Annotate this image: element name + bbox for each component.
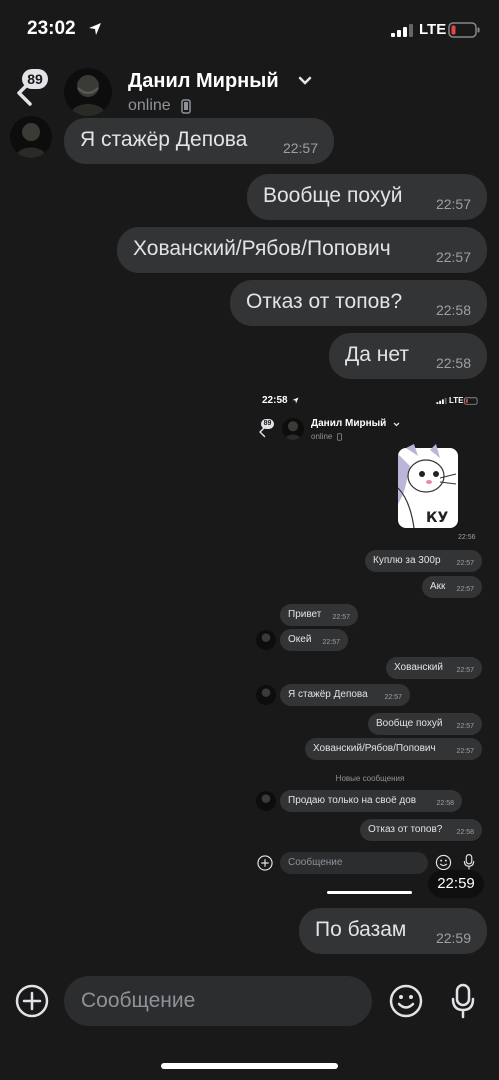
message-bubble: Привет 22:57 [280,604,358,626]
message-time: 22:59 [428,870,484,898]
message-bubble: Куплю за 300р 22:57 [365,550,482,572]
message-bubble[interactable]: Вообще похуй 22:57 [247,174,487,220]
message-text: Я стажёр Депова [288,689,368,700]
unread-badge[interactable]: 89 [22,69,48,89]
message-time: 22:58 [436,800,454,807]
contact-name: Данил Мирный [311,418,387,429]
network-label: LTE [449,396,464,405]
network-label: LTE [419,21,447,38]
smile-icon[interactable] [388,983,424,1019]
message-text: Отказ от топов? [246,290,403,313]
chat-header: 89 Данил Мирный online [0,60,499,124]
phone-icon [181,99,191,114]
contact-name[interactable]: Данил Мирный [128,70,279,93]
plus-icon[interactable] [15,984,49,1018]
signal-icon [391,24,413,37]
location-arrow-icon [89,23,101,35]
avatar[interactable] [64,68,112,116]
message-text: Окей [288,634,312,645]
message-text: Хованский/Рябов/Попович [313,743,436,754]
unread-badge: 89 [261,419,274,429]
contact-status: online [311,432,333,441]
message-bubble: Отказ от топов? 22:58 [360,819,482,841]
smile-icon [435,854,452,871]
input-placeholder: Сообщение [81,989,196,1012]
message-input[interactable]: Сообщение [64,976,372,1026]
message-bubble[interactable]: Да нет 22:58 [329,333,487,379]
signal-icon [436,398,447,404]
mic-icon [463,854,475,870]
message-text: Да нет [345,343,409,366]
battery-low-icon [448,22,480,38]
message-time: 22:57 [282,140,318,156]
message-text: По базам [315,918,407,941]
new-messages-divider: Новые сообщения [335,774,405,783]
message-bubble[interactable]: Хованский/Рябов/Попович 22:57 [117,227,487,273]
message-time: 22:57 [332,614,350,621]
chevron-down-icon[interactable] [298,76,312,86]
message-bubble: Хованский 22:57 [386,657,482,679]
sticker-time: 22:56 [458,534,476,541]
message-time: 22:58 [456,829,474,836]
home-indicator [327,891,412,894]
message-time: 22:57 [384,694,402,701]
status-time: 22:58 [262,395,288,406]
mic-icon[interactable] [450,983,476,1019]
message-text: Вообще похуй [263,184,403,207]
message-bubble[interactable]: По базам 22:59 [299,908,487,954]
message-bubble[interactable]: Отказ от топов? 22:58 [230,280,487,326]
message-time: 22:57 [435,249,471,265]
message-bubble: Продаю только на своё дов 22:58 [280,790,462,812]
contact-status: online [128,97,171,114]
status-time: 23:02 [27,18,76,39]
message-time: 22:57 [456,748,474,755]
input-placeholder: Сообщение [288,857,343,868]
avatar [282,418,304,440]
message-bubble: Я стажёр Депова 22:57 [280,684,410,706]
message-text: Отказ от топов? [368,824,443,835]
message-text: Продаю только на своё дов [288,795,417,806]
plus-icon [257,855,273,871]
sender-avatar[interactable] [10,116,52,158]
location-arrow-icon [292,397,299,404]
message-bubble: Хованский/Рябов/Попович 22:57 [305,738,482,760]
sender-avatar [256,685,276,705]
message-bubble: Вообще похуй 22:57 [368,713,482,735]
message-time: 22:59 [435,930,471,946]
chevron-down-icon [393,422,400,427]
message-text: Хованский [394,662,443,673]
message-text: Куплю за 300р [373,555,441,566]
message-time: 22:57 [456,586,474,593]
message-input: Сообщение [280,852,428,874]
message-time: 22:58 [435,302,471,318]
status-bar: 23:02 LTE [0,0,499,60]
message-time: 22:57 [456,667,474,674]
message-text: Хованский/Рябов/Попович [133,237,391,260]
cat-sticker: КУ [397,444,458,529]
message-bubble: Акк 22:57 [422,576,482,598]
message-text: Акк [430,581,446,592]
home-indicator [161,1063,338,1069]
message-time: 22:57 [456,723,474,730]
message-text: Привет [288,609,322,620]
battery-low-icon [464,397,478,405]
message-text: Вообще похуй [376,718,443,729]
phone-icon [337,433,342,441]
sticker-text: КУ [426,510,448,526]
screenshot-image[interactable]: 22:58 LTE 89 Данил Мирный online КУ 22:5… [252,386,488,902]
message-text: Я стажёр Депова [80,128,248,151]
message-time: 22:58 [435,355,471,371]
sender-avatar [256,630,276,650]
message-bubble: Окей 22:57 [280,629,348,651]
message-time: 22:57 [456,560,474,567]
sender-avatar [256,791,276,811]
message-bubble[interactable]: Я стажёр Депова 22:57 [64,118,334,164]
message-time: 22:57 [435,196,471,212]
message-time: 22:57 [322,639,340,646]
